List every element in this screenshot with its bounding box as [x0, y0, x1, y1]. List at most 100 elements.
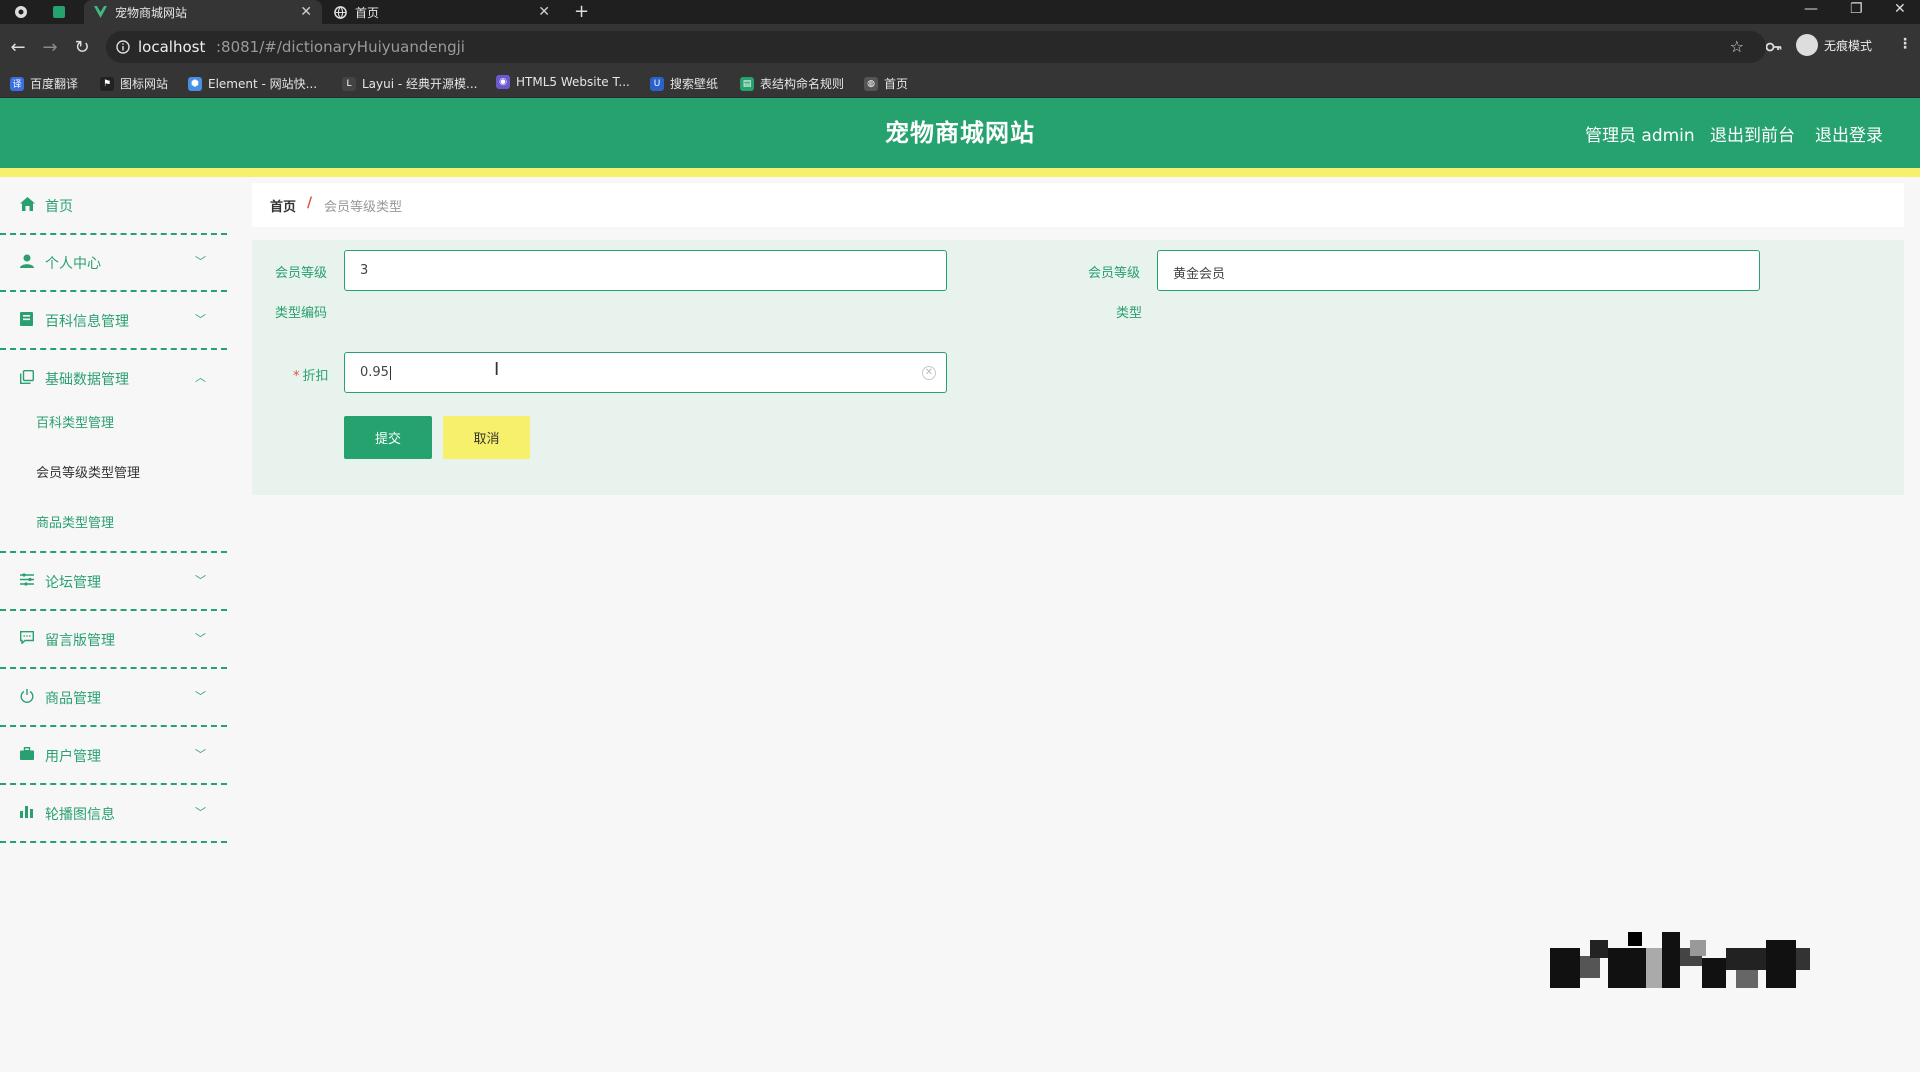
profile-label: 无痕模式	[1824, 38, 1873, 53]
message-icon	[20, 631, 34, 644]
chevron-down-icon: ﹀	[195, 748, 206, 761]
incognito-icon	[1796, 34, 1818, 56]
site-info-icon[interactable]	[116, 39, 130, 58]
chevron-down-icon: ﹀	[195, 574, 206, 587]
url-path: :8081/#/dictionaryHuiyuandengji	[216, 38, 465, 56]
close-tab-icon[interactable]: ✕	[538, 4, 550, 20]
sidebar-subitem-encyclopedia-type[interactable]: 百科类型管理	[36, 412, 114, 431]
incognito-profile[interactable]: 无痕模式	[1796, 34, 1872, 56]
bookmark-label: Element - 网站快...	[208, 77, 318, 91]
browser-globe-icon[interactable]	[12, 3, 30, 21]
sidebar-item-products[interactable]: 商品管理 ﹀	[0, 669, 227, 727]
logout-link[interactable]: 退出登录	[1815, 121, 1883, 146]
layui-logo-icon: L	[342, 76, 356, 91]
globe-icon	[334, 5, 347, 19]
breadcrumb-current: 会员等级类型	[324, 200, 403, 215]
translate-icon: 译	[10, 76, 24, 91]
briefcase-icon	[20, 747, 34, 760]
new-tab-icon[interactable]: +	[574, 0, 589, 24]
sidebar-item-encyclopedia[interactable]: 百科信息管理 ﹀	[0, 292, 227, 350]
book-icon	[20, 312, 33, 326]
field-label-discount: * 折扣	[293, 365, 329, 384]
mouse-ibeam-cursor-icon: I	[494, 359, 500, 380]
field-label-type-line2: 类型	[1116, 306, 1143, 321]
chevron-down-icon: ﹀	[195, 632, 206, 645]
sidebar-item-label: 基础数据管理	[45, 372, 129, 388]
bookmark-item[interactable]: ⚑ 图标网站	[100, 75, 168, 92]
sidebar-item-message-board[interactable]: 留言版管理 ﹀	[0, 611, 227, 669]
bookmark-item[interactable]: ⬢ Element - 网站快...	[188, 75, 317, 92]
back-arrow-icon[interactable]: ←	[8, 37, 28, 58]
tab-home[interactable]: 首页 ✕	[324, 0, 560, 24]
chevron-up-icon: ︿	[195, 371, 206, 384]
discount-input[interactable]: 0.95 ✕	[344, 352, 947, 393]
input-value: 0.95	[360, 365, 391, 380]
user-icon	[20, 254, 34, 268]
breadcrumb-home[interactable]: 首页	[270, 196, 296, 215]
home-icon	[20, 197, 35, 211]
reload-icon[interactable]: ↻	[72, 37, 92, 58]
bar-chart-icon	[20, 805, 34, 818]
sidebar-item-personal-center[interactable]: 个人中心 ﹀	[0, 234, 227, 292]
tab-active[interactable]: 宠物商城网站 ✕	[84, 0, 322, 24]
tab-title: 宠物商城网站	[115, 5, 188, 20]
bookmark-item[interactable]: 译 百度翻译	[10, 75, 78, 92]
flag-icon: ⚑	[100, 76, 114, 91]
back-to-front-link[interactable]: 退出到前台	[1710, 121, 1795, 146]
bookmarks-bar: 译 百度翻译 ⚑ 图标网站 ⬢ Element - 网站快... L Layui…	[0, 70, 1920, 98]
clear-input-icon[interactable]: ✕	[922, 366, 936, 380]
bookmark-item[interactable]: L Layui - 经典开源模...	[342, 75, 477, 92]
bookmark-label: 图标网站	[120, 77, 169, 91]
sidebar-item-forum[interactable]: 论坛管理 ﹀	[0, 553, 227, 611]
sidebar-item-home[interactable]: 首页	[0, 177, 227, 235]
input-value: 3	[360, 263, 369, 278]
field-label-code: 会员等级	[275, 266, 328, 281]
bookmark-item[interactable]: ◉ HTML5 Website T...	[496, 75, 630, 89]
bookmark-item[interactable]: ▤ 表结构命名规则	[740, 75, 844, 92]
vue-logo-icon	[94, 6, 107, 18]
sidebar-subitem-member-level-type[interactable]: 会员等级类型管理	[36, 462, 140, 481]
chevron-down-icon: ﹀	[195, 255, 206, 268]
restore-icon[interactable]: ❐	[1850, 0, 1863, 20]
key-icon[interactable]	[1765, 37, 1782, 56]
sidebar-item-carousel[interactable]: 轮播图信息 ﹀	[0, 785, 227, 843]
sheet-icon: ▤	[740, 76, 754, 91]
cancel-button[interactable]: 取消	[443, 416, 530, 459]
breadcrumb: 首页 / 会员等级类型	[252, 183, 1904, 227]
address-bar-row: ← → ↻ localhost :8081/#/dictionaryHuiyua…	[0, 24, 1920, 70]
bookmark-label: HTML5 Website T...	[516, 75, 630, 89]
sidebar-item-label: 商品管理	[45, 691, 101, 707]
input-value: 黄金会员	[1173, 267, 1226, 282]
bookmark-star-icon[interactable]: ☆	[1730, 37, 1744, 56]
submit-button[interactable]: 提交	[344, 416, 432, 459]
sidebar-subitem-product-type[interactable]: 商品类型管理	[36, 512, 114, 531]
member-level-type-input[interactable]: 黄金会员	[1157, 250, 1760, 291]
minimize-icon[interactable]: —	[1804, 0, 1818, 20]
member-level-code-input[interactable]: 3	[344, 250, 947, 291]
tab-title: 首页	[355, 5, 380, 20]
power-icon	[20, 689, 34, 703]
sidebar-item-label: 轮播图信息	[45, 807, 115, 823]
text-caret	[389, 365, 391, 380]
browser-tab-bar: 宠物商城网站 ✕ 首页 ✕ + — ❐ ✕	[0, 0, 1920, 24]
window-close-icon[interactable]: ✕	[1894, 0, 1906, 20]
globe-icon: ◍	[864, 76, 878, 91]
browser-menu-icon[interactable]: ⋮	[1898, 36, 1912, 52]
url-field[interactable]: localhost :8081/#/dictionaryHuiyuandengj…	[106, 31, 1766, 63]
discount-label-text: 折扣	[302, 369, 329, 384]
sidebar-item-users[interactable]: 用户管理 ﹀	[0, 727, 227, 785]
sidebar-item-base-data[interactable]: 基础数据管理 ︿ 百科类型管理 会员等级类型管理 商品类型管理	[0, 350, 227, 553]
chevron-down-icon: ﹀	[195, 313, 206, 326]
field-label-code-line2: 类型编码	[275, 306, 328, 321]
sidebar-item-label: 用户管理	[45, 749, 101, 765]
pinned-tab-icon[interactable]	[50, 3, 68, 21]
chevron-down-icon: ﹀	[195, 690, 206, 703]
forward-arrow-icon[interactable]: →	[40, 37, 60, 58]
sliders-icon	[20, 573, 34, 586]
close-tab-icon[interactable]: ✕	[300, 4, 312, 20]
bookmark-item[interactable]: U 搜索壁纸	[650, 75, 718, 92]
bookmark-item[interactable]: ◍ 首页	[864, 75, 908, 92]
wallpaper-icon: U	[650, 76, 664, 91]
watermark-logo	[1550, 932, 1812, 1004]
url-host: localhost	[138, 38, 206, 56]
